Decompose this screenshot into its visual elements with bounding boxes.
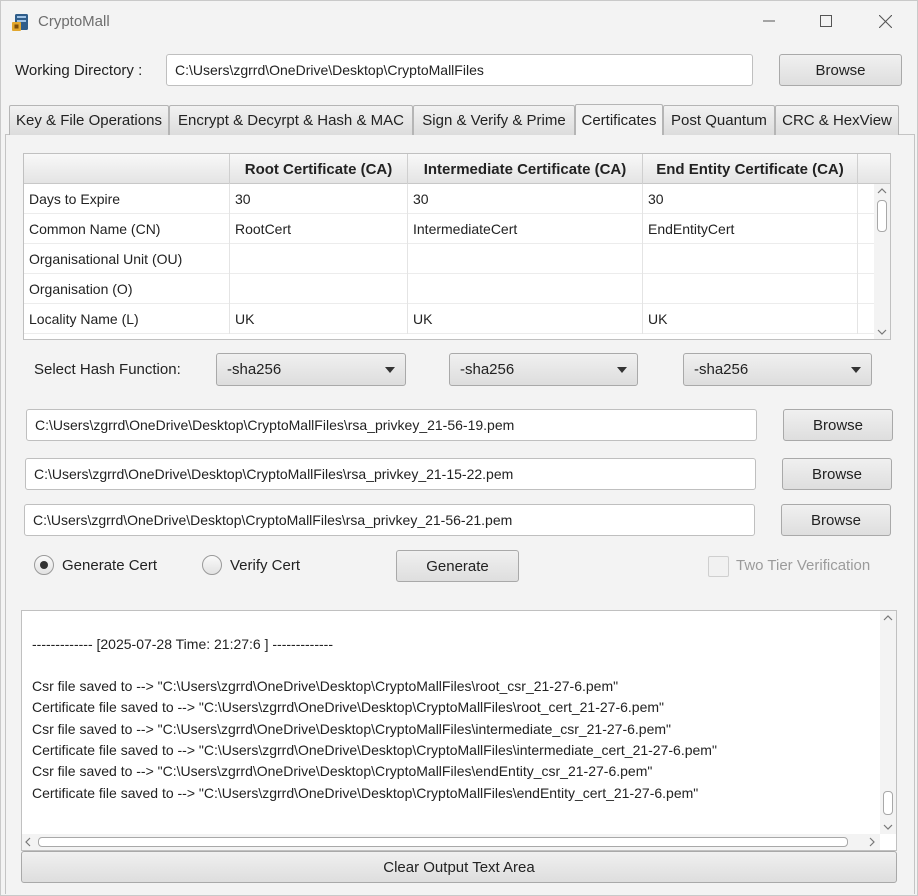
tab-crc-hexview[interactable]: CRC & HexView: [775, 105, 899, 135]
root-hash-value: -sha256: [227, 361, 282, 378]
verify-cert-radio[interactable]: [202, 555, 222, 575]
two-tier-verification-checkbox[interactable]: [708, 556, 729, 577]
table-header-row: Root Certificate (CA) Intermediate Certi…: [24, 154, 890, 184]
table-header-field: [24, 154, 230, 184]
scroll-left-icon[interactable]: [24, 837, 32, 847]
output-line: Certificate file saved to --> "C:\Users\…: [32, 742, 717, 758]
output-horizontal-scrollbar[interactable]: [22, 834, 880, 850]
certificate-fields-table: Root Certificate (CA) Intermediate Certi…: [23, 153, 891, 340]
tab-certificates[interactable]: Certificates: [575, 104, 663, 135]
root-cell[interactable]: 30: [230, 184, 408, 214]
output-vertical-scrollbar[interactable]: [880, 611, 896, 834]
output-line: Certificate file saved to --> "C:\Users\…: [32, 699, 664, 715]
output-horizontal-thumb[interactable]: [38, 837, 848, 847]
working-directory-label: Working Directory :: [15, 62, 143, 79]
table-row: Organisation (O): [24, 274, 874, 304]
end-entity-cell[interactable]: [643, 244, 858, 274]
two-tier-verification-label: Two Tier Verification: [736, 557, 871, 574]
title-bar: CryptoMall: [1, 1, 917, 41]
close-icon: [878, 14, 892, 28]
end-entity-cell[interactable]: UK: [643, 304, 858, 334]
output-line: Csr file saved to --> "C:\Users\zgrrd\On…: [32, 721, 671, 737]
working-directory-browse-button[interactable]: Browse: [779, 54, 902, 86]
scroll-up-icon[interactable]: [876, 186, 888, 196]
table-header-intermediate: Intermediate Certificate (CA): [408, 154, 643, 184]
root-key-browse-button[interactable]: Browse: [783, 409, 893, 441]
scroll-down-icon[interactable]: [876, 327, 888, 337]
table-vertical-scrollbar[interactable]: [874, 184, 890, 339]
chevron-down-icon: [385, 367, 395, 373]
scroll-up-icon[interactable]: [882, 613, 894, 623]
intermediate-cell[interactable]: 30: [408, 184, 643, 214]
end-entity-cell[interactable]: [643, 274, 858, 304]
window-title: CryptoMall: [38, 13, 110, 30]
hash-function-label: Select Hash Function:: [34, 361, 181, 378]
minimize-icon: [763, 15, 775, 27]
tab-key-file-operations[interactable]: Key & File Operations: [9, 105, 169, 135]
table-scroll-thumb[interactable]: [877, 200, 887, 232]
maximize-button[interactable]: [797, 1, 855, 41]
maximize-icon: [820, 15, 832, 27]
verify-cert-label[interactable]: Verify Cert: [230, 557, 300, 574]
output-line: Certificate file saved to --> "C:\Users\…: [32, 785, 699, 801]
intermediate-cell[interactable]: [408, 244, 643, 274]
tab-sign-verify-prime[interactable]: Sign & Verify & Prime: [413, 105, 575, 135]
generate-button[interactable]: Generate: [396, 550, 519, 582]
row-field-label: Locality Name (L): [24, 304, 230, 334]
generate-cert-radio[interactable]: [34, 555, 54, 575]
clear-output-button[interactable]: Clear Output Text Area: [21, 851, 897, 883]
end-entity-cell[interactable]: EndEntityCert: [643, 214, 858, 244]
intermediate-key-file-input[interactable]: C:\Users\zgrrd\OneDrive\Desktop\CryptoMa…: [25, 458, 756, 490]
root-cell[interactable]: [230, 274, 408, 304]
row-field-label: Organisational Unit (OU): [24, 244, 230, 274]
intermediate-key-browse-button[interactable]: Browse: [782, 458, 892, 490]
chevron-down-icon: [617, 367, 627, 373]
output-text-area[interactable]: ------------- [2025-07-28 Time: 21:27:6 …: [21, 610, 897, 851]
table-row: Locality Name (L) UK UK UK: [24, 304, 874, 334]
row-field-label: Organisation (O): [24, 274, 230, 304]
output-line: Csr file saved to --> "C:\Users\zgrrd\On…: [32, 678, 619, 694]
chevron-down-icon: [851, 367, 861, 373]
table-row: Days to Expire 30 30 30: [24, 184, 874, 214]
app-window: CryptoMall Working Directory : C:\Users\…: [0, 0, 918, 896]
generate-cert-label[interactable]: Generate Cert: [62, 557, 157, 574]
minimize-button[interactable]: [740, 1, 798, 41]
intermediate-hash-value: -sha256: [460, 361, 515, 378]
end-entity-hash-select[interactable]: -sha256: [683, 353, 872, 386]
tab-post-quantum[interactable]: Post Quantum: [663, 105, 775, 135]
scroll-down-icon[interactable]: [882, 822, 894, 832]
root-cell[interactable]: UK: [230, 304, 408, 334]
table-row: Common Name (CN) RootCert IntermediateCe…: [24, 214, 874, 244]
app-icon: [12, 12, 32, 32]
root-cell[interactable]: RootCert: [230, 214, 408, 244]
table-header-end-entity: End Entity Certificate (CA): [643, 154, 858, 184]
end-entity-key-browse-button[interactable]: Browse: [781, 504, 891, 536]
end-entity-key-file-input[interactable]: C:\Users\zgrrd\OneDrive\Desktop\CryptoMa…: [24, 504, 755, 536]
output-scroll-thumb[interactable]: [883, 791, 893, 815]
root-hash-select[interactable]: -sha256: [216, 353, 406, 386]
output-line: Csr file saved to --> "C:\Users\zgrrd\On…: [32, 763, 653, 779]
intermediate-cell[interactable]: UK: [408, 304, 643, 334]
radio-selected-dot: [40, 561, 48, 569]
root-key-file-input[interactable]: C:\Users\zgrrd\OneDrive\Desktop\CryptoMa…: [26, 409, 757, 441]
scroll-right-icon[interactable]: [868, 837, 876, 847]
working-directory-input[interactable]: C:\Users\zgrrd\OneDrive\Desktop\CryptoMa…: [166, 54, 753, 86]
end-entity-hash-value: -sha256: [694, 361, 749, 378]
end-entity-cell[interactable]: 30: [643, 184, 858, 214]
table-header-root: Root Certificate (CA): [230, 154, 408, 184]
intermediate-cell[interactable]: [408, 274, 643, 304]
close-button[interactable]: [856, 1, 914, 41]
row-field-label: Days to Expire: [24, 184, 230, 214]
table-row: Organisational Unit (OU): [24, 244, 874, 274]
tab-encrypt-decrypt-hash-mac[interactable]: Encrypt & Decyrpt & Hash & MAC: [169, 105, 413, 135]
output-line: ------------- [2025-07-28 Time: 21:27:6 …: [32, 636, 333, 652]
root-cell[interactable]: [230, 244, 408, 274]
intermediate-hash-select[interactable]: -sha256: [449, 353, 638, 386]
row-field-label: Common Name (CN): [24, 214, 230, 244]
intermediate-cell[interactable]: IntermediateCert: [408, 214, 643, 244]
